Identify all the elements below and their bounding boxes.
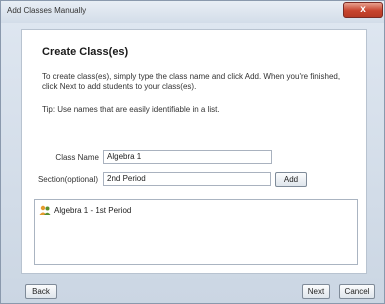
window-title: Add Classes Manually	[7, 6, 87, 15]
title-bar[interactable]: Add Classes Manually x	[1, 1, 384, 23]
page-title: Create Class(es)	[42, 46, 129, 58]
group-people-icon	[39, 205, 51, 216]
section-label: Section(optional)	[37, 175, 98, 184]
class-list[interactable]: Algebra 1 - 1st Period	[34, 199, 358, 265]
class-name-label: Class Name	[55, 153, 99, 162]
close-button[interactable]: x	[343, 2, 383, 18]
list-item-label: Algebra 1 - 1st Period	[54, 205, 132, 215]
class-name-input[interactable]: Algebra 1	[103, 150, 272, 164]
content-panel: Create Class(es) To create class(es), si…	[21, 29, 367, 274]
section-input[interactable]: 2nd Period	[103, 172, 271, 186]
tip-text: Tip: Use names that are easily identifia…	[42, 105, 220, 114]
cancel-button[interactable]: Cancel	[339, 284, 375, 299]
instructions-text: To create class(es), simply type the cla…	[42, 72, 341, 91]
back-button[interactable]: Back	[25, 284, 57, 299]
add-classes-dialog: Add Classes Manually x Create Class(es) …	[0, 0, 385, 304]
next-button[interactable]: Next	[302, 284, 330, 299]
add-button[interactable]: Add	[275, 172, 307, 187]
list-item[interactable]: Algebra 1 - 1st Period	[39, 204, 131, 216]
